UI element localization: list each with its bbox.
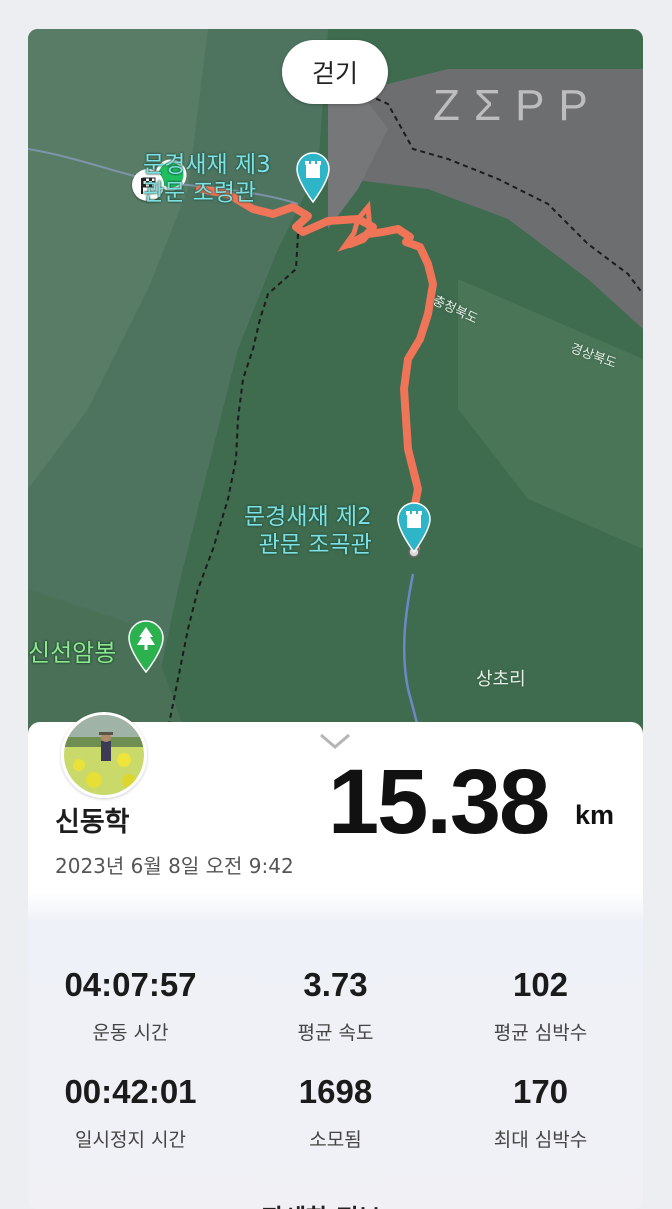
- peak-label: 신선암봉: [28, 639, 117, 667]
- stat-label: 일시정지 시간: [75, 1129, 186, 1151]
- map-canvas: [28, 29, 643, 739]
- stat-max-heart-rate: 170 최대 심박수: [438, 1073, 643, 1152]
- stat-calories: 1698 소모됨: [233, 1073, 438, 1152]
- poi-pin-icon[interactable]: [395, 501, 433, 553]
- activity-type-pill[interactable]: 걷기: [282, 40, 388, 104]
- stat-average-heart-rate: 102 평균 심박수: [438, 966, 643, 1045]
- user-name: 신동학: [55, 807, 130, 838]
- stat-label: 소모됨: [309, 1129, 362, 1151]
- avatar[interactable]: [61, 712, 147, 798]
- route-map[interactable]: 문경새재 제3 관문 조령관 문경새재 제2 관문 조곡관 충청북도 경상북도 …: [28, 29, 643, 739]
- zepp-logo: ZΣPP: [433, 81, 602, 130]
- stat-pause-time: 00:42:01 일시정지 시간: [28, 1073, 233, 1152]
- stat-label: 평균 속도: [297, 1022, 374, 1044]
- village-label: 상초리: [476, 669, 526, 690]
- stat-value: 102: [512, 966, 569, 1003]
- poi-label-jogokgwan: 문경새재 제2 관문 조곡관: [244, 504, 372, 558]
- more-details-link[interactable]: 자세한 정보 >: [28, 1198, 643, 1209]
- stat-workout-time: 04:07:57 운동 시간: [28, 966, 233, 1045]
- tree-pin-icon[interactable]: [126, 619, 166, 673]
- stat-value: 00:42:01: [64, 1073, 197, 1110]
- stat-label: 운동 시간: [92, 1022, 169, 1044]
- stat-value: 04:07:57: [64, 966, 197, 1003]
- chevron-down-icon[interactable]: [318, 730, 352, 752]
- poi-label-jeryeonggwan: 문경새재 제3 관문 조령관: [143, 152, 271, 206]
- stat-value: 3.73: [303, 966, 368, 1003]
- summary-sheet: 신동학 2023년 6월 8일 오전 9:42 15.38 km 04:07:5…: [28, 712, 643, 1209]
- stat-value: 170: [512, 1073, 569, 1110]
- poi-pin-icon[interactable]: [294, 151, 332, 203]
- distance-unit: km: [575, 800, 615, 830]
- workout-card: 문경새재 제3 관문 조령관 문경새재 제2 관문 조곡관 충청북도 경상북도 …: [28, 29, 643, 1209]
- distance-value: 15.38: [328, 751, 550, 853]
- stat-label: 최대 심박수: [493, 1129, 588, 1151]
- workout-datetime: 2023년 6월 8일 오전 9:42: [55, 854, 294, 878]
- stat-label: 평균 심박수: [493, 1022, 588, 1044]
- stat-value: 1698: [298, 1073, 373, 1110]
- stat-average-speed: 3.73 평균 속도: [233, 966, 438, 1045]
